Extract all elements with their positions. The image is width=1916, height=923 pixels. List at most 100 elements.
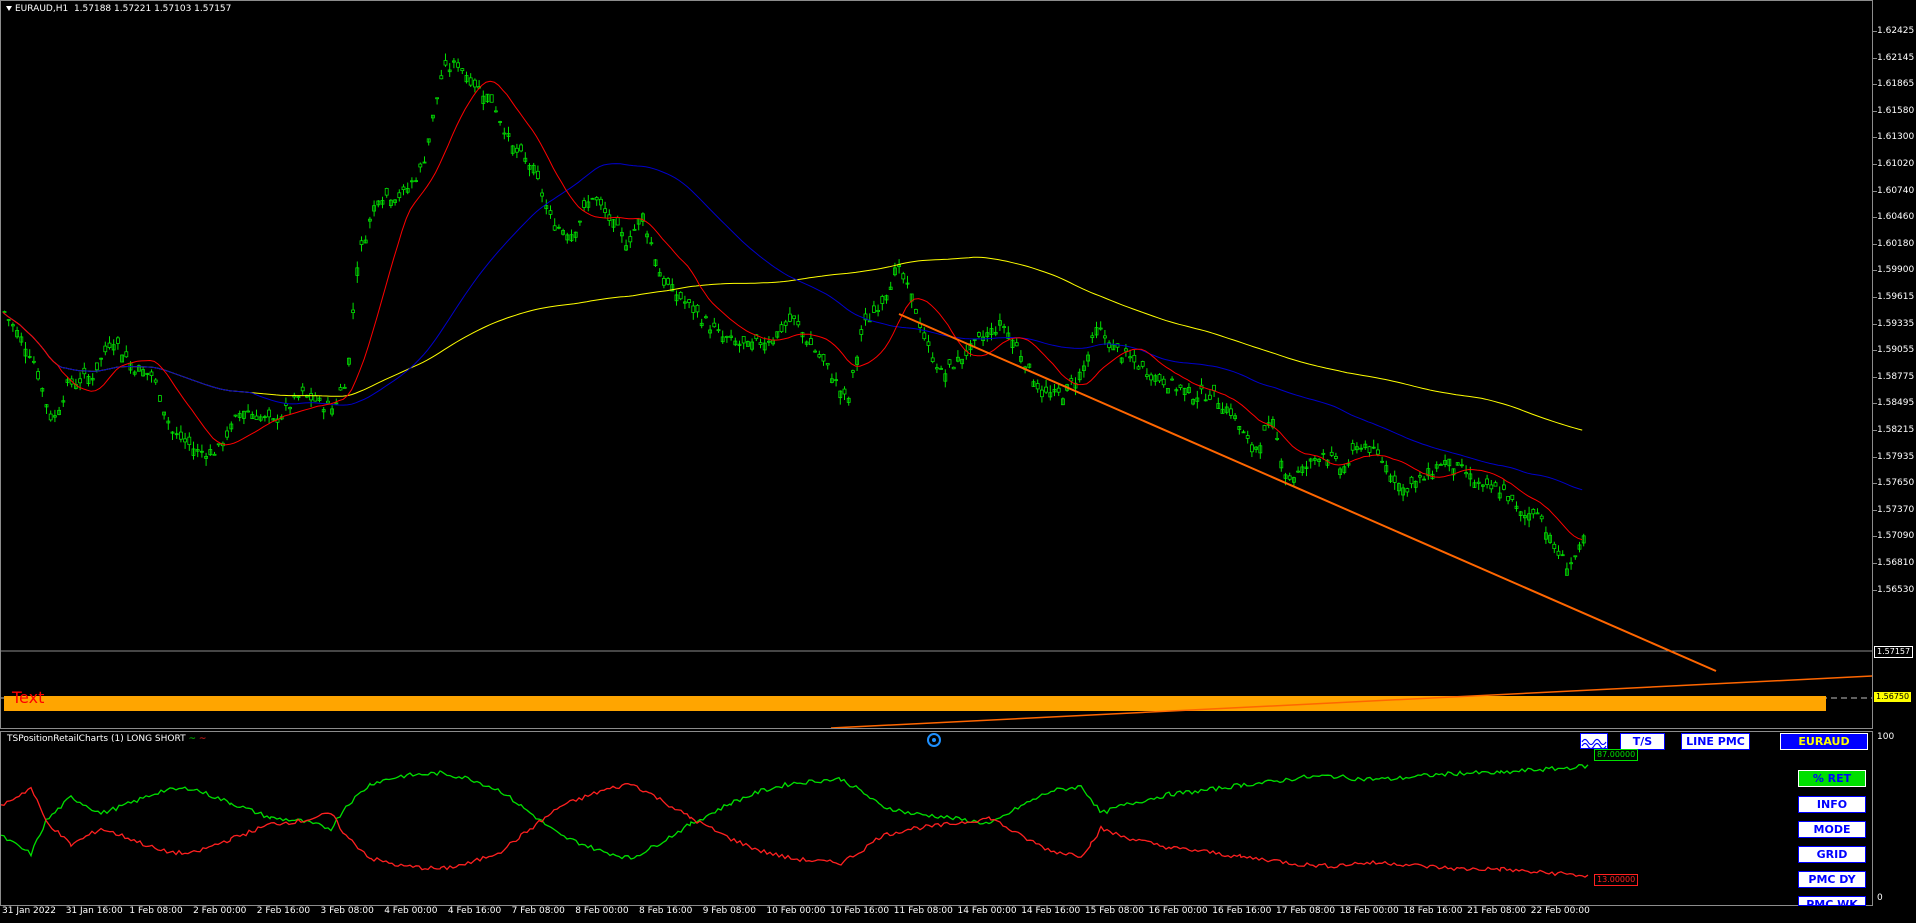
price-tick-mark — [1873, 57, 1877, 59]
candle-body — [548, 210, 553, 215]
candle-body — [1140, 361, 1145, 367]
grid-button[interactable]: GRID — [1798, 846, 1866, 863]
candle-body — [418, 163, 423, 168]
time-tick-label: 18 Feb 00:00 — [1339, 906, 1399, 916]
candle-body — [842, 388, 847, 395]
candle-body — [758, 342, 763, 345]
candle-body — [95, 362, 99, 371]
candle-body — [678, 292, 683, 300]
candle-body — [922, 332, 927, 340]
pct-ret-button[interactable]: % RET — [1798, 770, 1866, 787]
descending-trendline — [898, 313, 1717, 672]
candle-body — [947, 359, 952, 365]
price-tick-mark — [1873, 190, 1877, 192]
main-chart-panel[interactable] — [0, 0, 1873, 729]
candle-body — [901, 273, 906, 280]
time-tick-label: 14 Feb 00:00 — [957, 906, 1017, 916]
time-tick-label: 3 Feb 08:00 — [320, 906, 374, 916]
candle-body — [1002, 326, 1006, 328]
line-pmc-button[interactable]: LINE PMC — [1681, 733, 1750, 750]
candle-body — [519, 144, 523, 152]
candle-body — [1321, 452, 1326, 455]
time-tick-label: 4 Feb 16:00 — [447, 906, 502, 916]
symbol-info: EURAUD,H1 1.57188 1.57221 1.57103 1.5715… — [6, 4, 231, 14]
candle-body — [741, 336, 746, 344]
candle-body — [603, 208, 607, 213]
candle-body — [1136, 366, 1141, 370]
time-tick-label: 16 Feb 16:00 — [1212, 906, 1272, 916]
candle-body — [1103, 335, 1107, 339]
price-tick-mark — [1873, 217, 1877, 219]
pmc-dy-button[interactable]: PMC DY — [1798, 871, 1866, 888]
pmc-wk-button[interactable]: PMC WK — [1798, 896, 1866, 906]
candle-body — [1040, 389, 1044, 398]
candle-body — [267, 409, 272, 418]
candle-body — [977, 332, 981, 337]
candle-body — [578, 220, 582, 223]
indicator-scale-bottom: 0 — [1877, 893, 1883, 903]
ts-button[interactable]: T/S — [1620, 733, 1665, 750]
time-tick-label: 1 Feb 08:00 — [129, 906, 183, 916]
candle-body — [704, 316, 708, 319]
candle-body — [1569, 562, 1573, 565]
candle-body — [1296, 470, 1300, 473]
price-tick-label: 1.60180 — [1877, 238, 1915, 249]
candle-body — [1376, 449, 1380, 455]
candle-body — [582, 200, 586, 208]
indicator-panel[interactable] — [0, 731, 1873, 906]
long-legend-icon: ~ — [188, 734, 197, 744]
candle-body — [1262, 425, 1267, 431]
candle-body — [813, 350, 817, 353]
candle-body — [792, 315, 796, 319]
time-tick-label: 8 Feb 16:00 — [639, 906, 693, 916]
navigation-target-icon[interactable] — [927, 733, 941, 747]
candle-body — [153, 379, 158, 383]
chart-text-object[interactable]: Text — [12, 688, 44, 707]
candle-body — [1329, 451, 1334, 456]
candle-body — [687, 299, 691, 303]
price-tick-label: 1.59900 — [1877, 265, 1915, 276]
price-tick-label: 1.59615 — [1877, 292, 1915, 302]
candle-body — [712, 322, 717, 328]
candle-body — [935, 367, 939, 370]
price-tick-mark — [1873, 483, 1877, 485]
candle-body — [1552, 543, 1557, 549]
euraud-button[interactable]: EURAUD — [1780, 733, 1868, 750]
price-tick-mark — [1873, 164, 1877, 165]
candle-body — [1392, 475, 1397, 483]
candle-body — [300, 386, 305, 392]
price-chart-canvas[interactable] — [1, 1, 1872, 728]
candle-body — [489, 94, 494, 103]
symbol-label: EURAUD,H1 — [15, 4, 69, 14]
symbol-dropdown-icon[interactable] — [6, 6, 12, 11]
candle-body — [859, 329, 864, 335]
indicator-scale[interactable] — [1873, 731, 1916, 906]
wave-chart-icon[interactable] — [1580, 733, 1608, 749]
candle-body — [1493, 482, 1498, 487]
price-tick-label: 1.58215 — [1877, 425, 1915, 435]
time-tick-label: 31 Jan 16:00 — [65, 906, 123, 916]
current-price-box: 1.57157 — [1874, 646, 1914, 658]
candle-body — [36, 371, 40, 380]
price-tick-mark — [1873, 430, 1877, 431]
price-tick-label: 1.61865 — [1877, 79, 1915, 90]
candle-body — [1539, 515, 1544, 520]
time-tick-label: 9 Feb 08:00 — [702, 906, 757, 916]
candle-body — [1275, 438, 1279, 440]
info-button[interactable]: INFO — [1798, 796, 1866, 813]
level-price-box: 1.56750 — [1874, 692, 1912, 702]
candle-body — [216, 443, 221, 446]
candle-body — [1145, 374, 1149, 377]
price-tick-label: 1.60460 — [1877, 212, 1915, 223]
candle-body — [1250, 444, 1254, 453]
candle-body — [662, 278, 666, 286]
indicator-canvas[interactable] — [1, 732, 1872, 905]
long-value-box: 87.00000 — [1594, 749, 1639, 761]
candle-body — [212, 453, 217, 456]
price-tick-label: 1.62425 — [1877, 26, 1915, 36]
candle-body — [6, 319, 11, 321]
candle-body — [1405, 488, 1410, 493]
candle-body — [31, 360, 36, 363]
mode-button[interactable]: MODE — [1798, 821, 1866, 838]
price-tick-label: 1.62145 — [1877, 52, 1915, 63]
